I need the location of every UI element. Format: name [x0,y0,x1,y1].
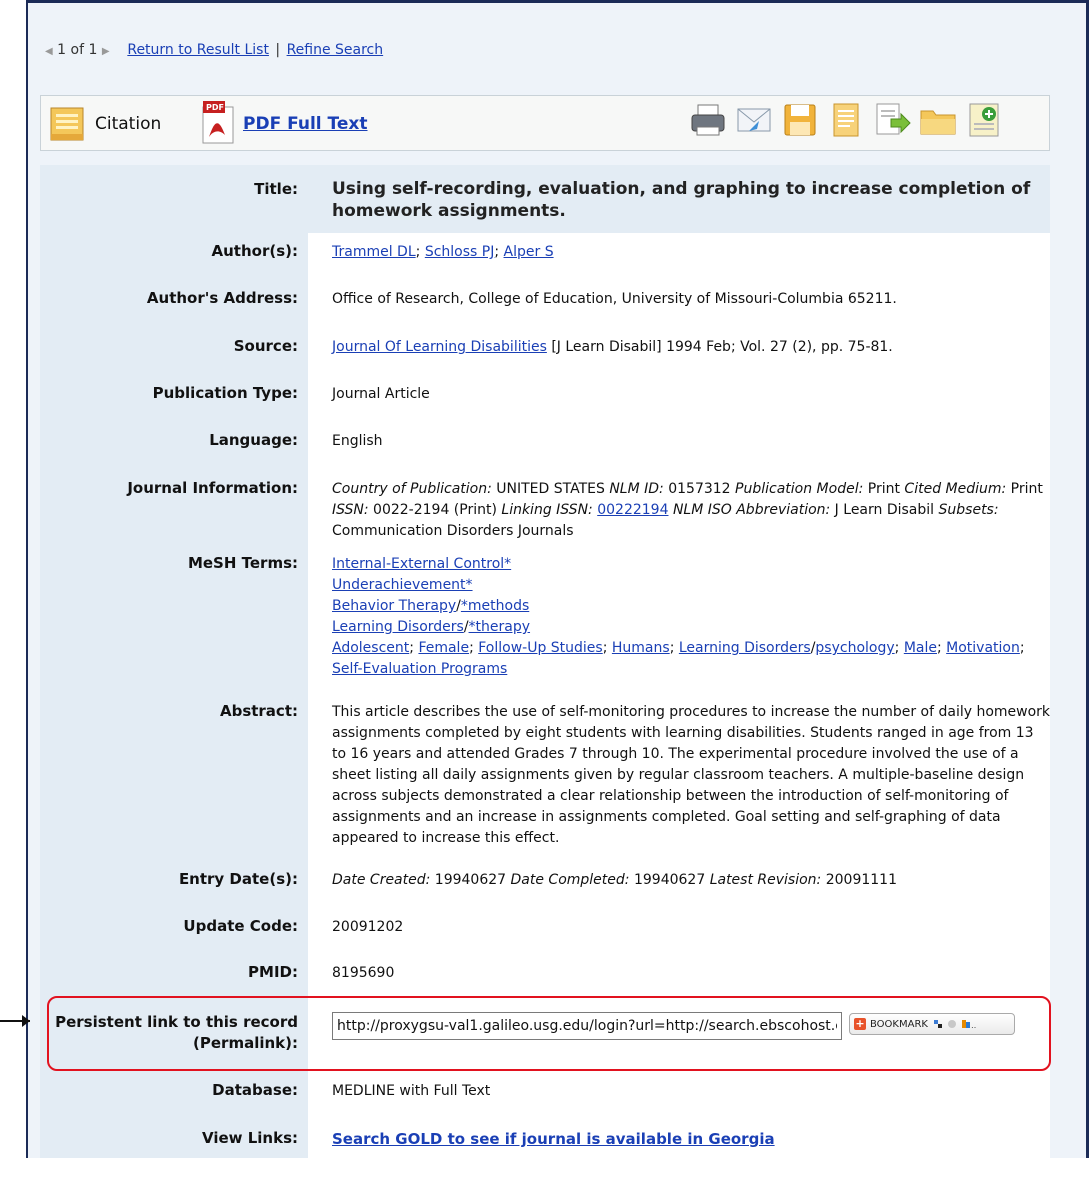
export-icon[interactable] [873,101,911,139]
abstract-value: This article describes the use of self-m… [332,704,1051,846]
title-label: Title: [254,180,298,198]
author-link-alper[interactable]: Alper S [504,244,554,260]
source-label: Source: [233,337,298,355]
pdf-full-text-link[interactable]: PDF Full Text [243,114,368,134]
mesh-label: MeSH Terms: [187,554,298,572]
date-created-key: Date Created: [332,872,431,888]
database-value: MEDLINE with Full Text [332,1083,491,1099]
mesh-term-link[interactable]: Humans [612,640,670,656]
nav-separator: | [275,42,281,58]
cited-medium-key: Cited Medium: [904,481,1007,497]
authors-label: Author(s): [211,242,298,260]
subsets-value: Communication Disorders Journals [332,523,574,539]
pub-model-value: Print [863,481,905,497]
permalink-highlight-box [47,996,1051,1071]
pdf-full-text-tab[interactable]: PDF PDF Full Text [201,96,368,152]
article-title: Using self-recording, evaluation, and gr… [332,179,1031,221]
latest-revision-key: Latest Revision: [709,872,822,888]
pmid-label: PMID: [248,963,298,981]
date-completed-key: Date Completed: [510,872,630,888]
mesh-term-link[interactable]: Internal-External Control* [332,556,511,572]
mesh-term-link[interactable]: Female [418,640,469,656]
add-to-folder-icon[interactable] [919,101,957,139]
view-links-label: View Links: [201,1129,298,1147]
source-details: [J Learn Disabil] 1994 Feb; Vol. 27 (2),… [546,339,893,355]
pubtype-label: Publication Type: [152,384,298,402]
email-icon[interactable] [735,101,773,139]
view-links-value: Search GOLD to see if journal is availab… [332,1129,1052,1150]
authors-value: Trammel DL; Schloss PJ; Alper S [332,244,554,260]
mesh-term-link[interactable]: Underachievement* [332,577,473,593]
update-code-value: 20091202 [332,919,404,935]
cited-medium-value: Print [1006,481,1043,497]
prev-arrow-icon[interactable]: ◀ [45,46,53,57]
source-value: Journal Of Learning Disabilities [J Lear… [332,337,1052,358]
country-value: UNITED STATES [491,481,610,497]
date-completed-value: 19940627 [629,872,710,888]
citation-label: Citation [95,114,162,134]
date-created-value: 19940627 [430,872,511,888]
pointer-arrow-icon [22,1015,30,1027]
search-gold-link[interactable]: Search GOLD to see if journal is availab… [332,1130,775,1148]
svg-text:PDF: PDF [206,103,224,112]
latest-revision-value: 20091111 [821,872,897,888]
country-key: Country of Publication: [332,481,492,497]
cite-icon[interactable] [827,101,865,139]
issn-value: 0022-2194 (Print) [368,502,502,518]
pdf-icon: PDF [202,101,234,144]
mesh-subheading-link[interactable]: psychology [815,640,894,656]
citation-icon [50,107,84,141]
mesh-subheading-link[interactable]: *therapy [469,619,530,635]
language-label: Language: [209,431,298,449]
iso-abbr-key: NLM ISO Abbreviation: [672,502,831,518]
journal-link[interactable]: Journal Of Learning Disabilities [332,339,547,355]
pmid-value: 8195690 [332,965,395,981]
nlm-id-key: NLM ID: [609,481,664,497]
pager-text: 1 of 1 [57,42,98,58]
linking-issn-link[interactable]: 00222194 [597,502,668,518]
notes-icon[interactable] [965,101,1003,139]
subsets-key: Subsets: [938,502,999,518]
record-toolbar: Citation PDF PDF Full Text [40,95,1050,151]
author-link-trammel[interactable]: Trammel DL [332,244,416,260]
mesh-subheading-link[interactable]: *methods [461,598,529,614]
linking-issn-key: Linking ISSN: [501,502,593,518]
mesh-value: Internal-External Control* Underachievem… [332,556,1025,677]
abstract-label: Abstract: [219,702,298,720]
print-icon[interactable] [689,101,727,139]
mesh-term-link[interactable]: Follow-Up Studies [478,640,602,656]
iso-abbr-value: J Learn Disabil [830,502,939,518]
citation-tab[interactable]: Citation [49,96,161,152]
mesh-term-link[interactable]: Behavior Therapy [332,598,456,614]
return-to-result-list-link[interactable]: Return to Result List [127,42,269,58]
next-arrow-icon[interactable]: ▶ [102,46,110,57]
issn-key: ISSN: [332,502,369,518]
journal-info-value: Country of Publication: UNITED STATES NL… [332,479,1052,542]
result-navigation: ◀ 1 of 1 ▶ Return to Result List | Refin… [45,42,383,58]
mesh-term-link[interactable]: Learning Disorders [332,619,464,635]
language-value: English [332,433,383,449]
entry-dates-value: Date Created: 19940627 Date Completed: 1… [332,870,1052,891]
nlm-id-value: 0157312 [663,481,736,497]
mesh-term-link[interactable]: Male [904,640,937,656]
database-label: Database: [212,1081,298,1099]
mesh-term-link[interactable]: Self-Evaluation Programs [332,661,507,677]
journal-info-label: Journal Information: [127,479,298,497]
address-label: Author's Address: [146,289,298,307]
mesh-term-link[interactable]: Motivation [946,640,1020,656]
entry-dates-label: Entry Date(s): [178,870,298,888]
pub-model-key: Publication Model: [735,481,864,497]
refine-search-link[interactable]: Refine Search [287,42,384,58]
save-icon[interactable] [781,101,819,139]
address-value: Office of Research, College of Education… [332,291,897,307]
author-link-schloss[interactable]: Schloss PJ [425,244,495,260]
update-code-label: Update Code: [183,917,298,935]
mesh-term-link[interactable]: Adolescent [332,640,409,656]
mesh-term-link[interactable]: Learning Disorders [679,640,811,656]
pubtype-value: Journal Article [332,386,430,402]
